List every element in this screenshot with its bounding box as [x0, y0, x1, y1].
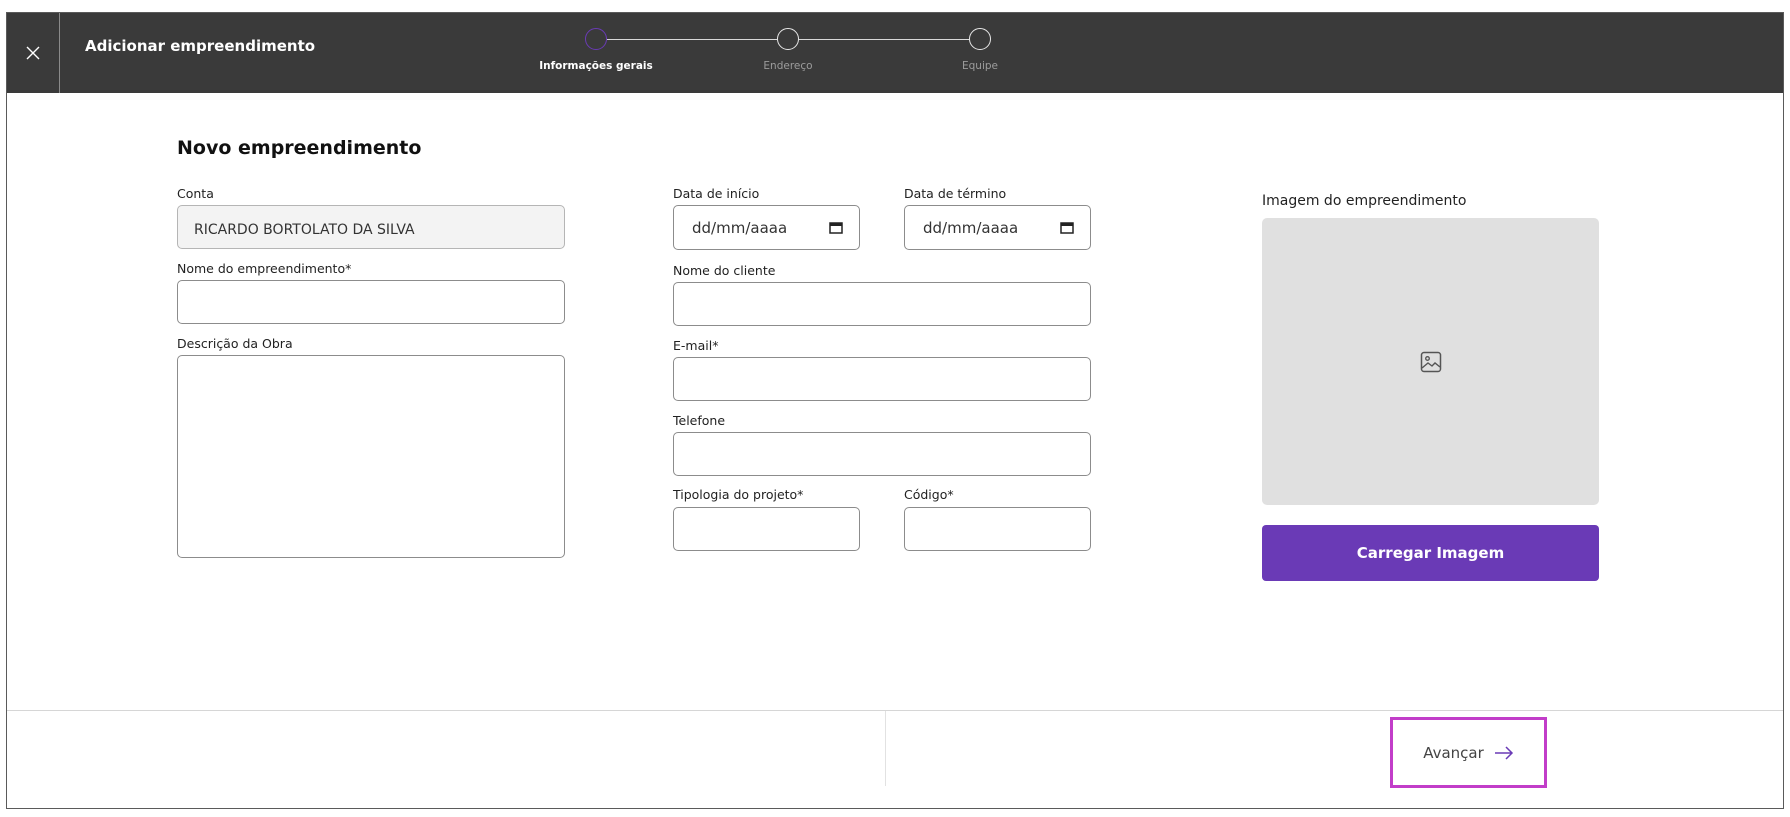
- conta-value: RICARDO BORTOLATO DA SILVA: [194, 222, 415, 238]
- email-label: E-mail*: [673, 338, 719, 353]
- data-inicio-placeholder: dd/mm/aaaa: [692, 218, 788, 237]
- step-connector: [799, 39, 969, 40]
- data-termino-input[interactable]: dd/mm/aaaa: [904, 205, 1091, 250]
- nome-empreendimento-label: Nome do empreendimento*: [177, 261, 352, 276]
- descricao-label: Descrição da Obra: [177, 336, 293, 351]
- section-title: Novo empreendimento: [177, 137, 422, 159]
- descricao-textarea[interactable]: [177, 355, 565, 558]
- image-preview: [1262, 218, 1599, 505]
- form-content: Novo empreendimento Conta RICARDO BORTOL…: [7, 93, 1783, 633]
- codigo-label: Código*: [904, 487, 954, 502]
- step-label-endereco: Endereço: [763, 60, 813, 72]
- data-termino-placeholder: dd/mm/aaaa: [923, 218, 1019, 237]
- stepper: Informações gerais Endereço Equipe: [7, 13, 1783, 93]
- email-input[interactable]: [673, 357, 1091, 401]
- arrow-right-icon: [1494, 745, 1513, 760]
- next-button-label: Avançar: [1423, 743, 1484, 762]
- next-button[interactable]: Avançar: [1390, 717, 1547, 788]
- nome-cliente-input[interactable]: [673, 282, 1091, 326]
- footer-divider: [885, 711, 886, 786]
- data-inicio-input[interactable]: dd/mm/aaaa: [673, 205, 860, 250]
- nome-empreendimento-input[interactable]: [177, 280, 565, 324]
- data-inicio-label: Data de início: [673, 186, 760, 201]
- step-indicator-equipe[interactable]: [969, 28, 991, 50]
- conta-field: RICARDO BORTOLATO DA SILVA: [177, 205, 565, 249]
- conta-label: Conta: [177, 186, 214, 201]
- image-label: Imagem do empreendimento: [1262, 193, 1467, 209]
- step-label-equipe: Equipe: [962, 60, 998, 72]
- telefone-input[interactable]: [673, 432, 1091, 476]
- tipologia-input[interactable]: [673, 507, 860, 551]
- codigo-input[interactable]: [904, 507, 1091, 551]
- data-termino-label: Data de término: [904, 186, 1007, 201]
- step-label-informacoes-gerais: Informações gerais: [539, 60, 653, 72]
- modal-frame: Adicionar empreendimento Informações ger…: [6, 12, 1784, 809]
- step-indicator-endereco[interactable]: [777, 28, 799, 50]
- calendar-icon[interactable]: [829, 221, 843, 234]
- image-placeholder-icon: [1420, 351, 1441, 372]
- calendar-icon[interactable]: [1060, 221, 1074, 234]
- footer: Avançar: [7, 710, 1783, 809]
- upload-image-button[interactable]: Carregar Imagem: [1262, 525, 1599, 581]
- step-indicator-informacoes-gerais[interactable]: [585, 28, 607, 50]
- tipologia-label: Tipologia do projeto*: [673, 487, 804, 502]
- header-bar: Adicionar empreendimento Informações ger…: [7, 13, 1783, 93]
- step-connector: [607, 39, 777, 40]
- nome-cliente-label: Nome do cliente: [673, 263, 776, 278]
- telefone-label: Telefone: [673, 413, 726, 428]
